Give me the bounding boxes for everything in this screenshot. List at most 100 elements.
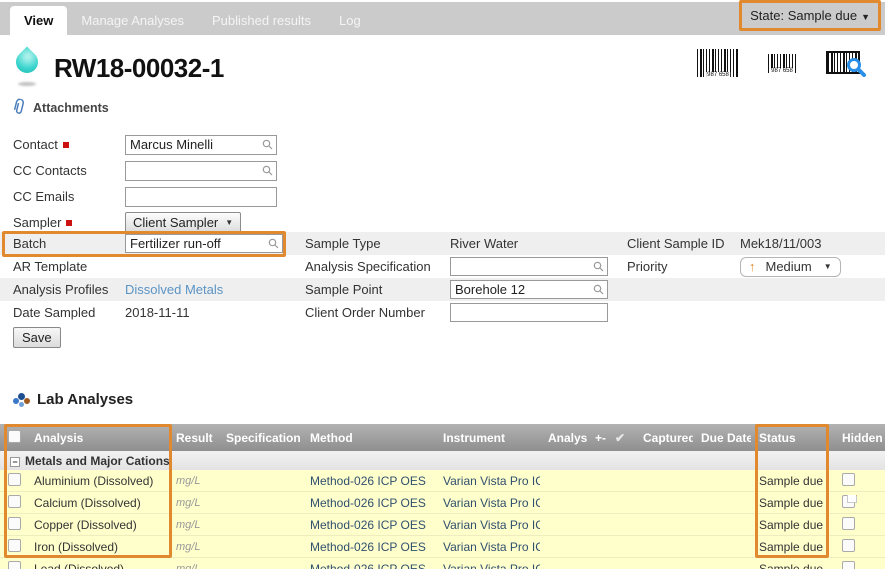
- group-label: Metals and Major Cations: [25, 454, 170, 468]
- instrument-name: Varian Vista Pro ICP: [435, 540, 540, 554]
- analysis-name: Copper (Dissolved): [26, 518, 168, 532]
- attachment-flag-icon: [847, 495, 857, 503]
- analysis-name: Iron (Dissolved): [26, 540, 168, 554]
- page-title: RW18-00032-1: [54, 53, 224, 84]
- date-sampled-label: Date Sampled: [13, 305, 125, 320]
- caret-down-icon: ▼: [824, 262, 832, 271]
- sampler-value: Client Sampler: [133, 215, 218, 230]
- status-label: Sample due: [751, 540, 828, 554]
- annotation-box-state: State: Sample due▼: [739, 0, 881, 31]
- table-row: Copper (Dissolved) mg/L Method-026 ICP O…: [0, 514, 885, 536]
- analysis-spec-input[interactable]: [450, 257, 608, 276]
- client-order-input[interactable]: [450, 303, 608, 322]
- method-link[interactable]: Method-026 ICP OES: [302, 496, 435, 510]
- date-sampled-value: 2018-11-11: [125, 305, 305, 320]
- unit-label: mg/L: [168, 475, 218, 487]
- analysis-profile-link[interactable]: Dissolved Metals: [125, 282, 223, 297]
- hidden-checkbox[interactable]: [842, 539, 855, 552]
- detail-grid: Batch Sample Type River Water Client Sam…: [0, 232, 885, 324]
- row-checkbox[interactable]: [8, 495, 21, 508]
- save-button[interactable]: Save: [13, 327, 61, 348]
- lab-analyses-table: Analysis Result Specification Method Ins…: [0, 424, 885, 569]
- row-checkbox[interactable]: [8, 517, 21, 530]
- hidden-checkbox[interactable]: [842, 561, 855, 569]
- batch-field-wrap: [125, 234, 283, 253]
- unit-label: mg/L: [168, 541, 218, 553]
- sample-point-label: Sample Point: [305, 282, 450, 297]
- sample-type-value: River Water: [450, 236, 627, 251]
- attachments-link[interactable]: Attachments: [13, 99, 109, 116]
- hidden-checkbox[interactable]: [842, 473, 855, 486]
- table-header-row: Analysis Result Specification Method Ins…: [0, 424, 885, 451]
- col-analyst: Analyst: [540, 431, 587, 445]
- caret-down-icon: ▼: [225, 218, 233, 227]
- sampler-select[interactable]: Client Sampler ▼: [125, 212, 241, 233]
- tab-log[interactable]: Log: [325, 6, 375, 35]
- select-all-checkbox[interactable]: [8, 430, 21, 443]
- title-row: RW18-00032-1: [14, 48, 224, 88]
- client-order-label: Client Order Number: [305, 305, 450, 320]
- tab-manage-analyses[interactable]: Manage Analyses: [67, 6, 198, 35]
- client-sample-id-label: Client Sample ID: [627, 236, 740, 251]
- required-icon: [63, 142, 69, 148]
- instrument-name: Varian Vista Pro ICP: [435, 518, 540, 532]
- state-label: State: Sample due: [750, 8, 857, 23]
- method-link[interactable]: Method-026 ICP OES: [302, 540, 435, 554]
- search-icon: [262, 139, 273, 150]
- search-icon: [268, 238, 279, 249]
- hidden-checkbox[interactable]: [842, 517, 855, 530]
- col-instrument: Instrument: [435, 431, 540, 445]
- barcode-magnifier-icon[interactable]: [846, 57, 866, 77]
- required-icon: [66, 220, 72, 226]
- analysis-name: Calcium (Dissolved): [26, 496, 168, 510]
- col-plus-minus: +-: [587, 431, 613, 445]
- analysis-profiles-label: Analysis Profiles: [13, 282, 125, 297]
- priority-up-icon: ↑: [749, 259, 756, 274]
- state-dropdown[interactable]: State: Sample due▼: [750, 8, 870, 23]
- row-checkbox[interactable]: [8, 561, 21, 569]
- collapse-group-icon[interactable]: −: [10, 457, 20, 467]
- table-row: Calcium (Dissolved) mg/L Method-026 ICP …: [0, 492, 885, 514]
- analyses-cluster-icon: [13, 392, 30, 408]
- row-checkbox[interactable]: [8, 473, 21, 486]
- tab-published-results[interactable]: Published results: [198, 6, 325, 35]
- cc-contacts-input[interactable]: [125, 161, 277, 181]
- barcode-small: 987 658: [768, 54, 796, 73]
- attachments-label: Attachments: [33, 101, 109, 115]
- method-link[interactable]: Method-026 ICP OES: [302, 474, 435, 488]
- sample-type-label: Sample Type: [305, 236, 450, 251]
- cc-emails-input[interactable]: [125, 187, 277, 207]
- contact-field-wrap: [125, 135, 277, 155]
- group-row: − Metals and Major Cations: [0, 451, 885, 470]
- barcode-large: 987 658: [697, 49, 739, 77]
- method-link[interactable]: Method-026 ICP OES: [302, 518, 435, 532]
- sample-point-input[interactable]: [450, 280, 608, 299]
- instrument-name: Varian Vista Pro ICP: [435, 496, 540, 510]
- lab-analyses-header: Lab Analyses: [13, 391, 133, 408]
- search-icon: [593, 261, 604, 272]
- cc-emails-label: CC Emails: [13, 189, 125, 204]
- cc-contacts-label: CC Contacts: [13, 163, 125, 178]
- analysis-spec-label: Analysis Specification: [305, 259, 450, 274]
- status-label: Sample due: [751, 474, 828, 488]
- tab-view[interactable]: View: [10, 6, 67, 35]
- priority-label: Priority: [627, 259, 740, 274]
- client-order-field-wrap: [450, 303, 608, 322]
- col-method: Method: [302, 431, 435, 445]
- barcode-number: 987 658: [770, 68, 794, 74]
- cc-emails-field-wrap: [125, 187, 277, 207]
- col-hidden: Hidden: [828, 431, 885, 445]
- method-link[interactable]: Method-026 ICP OES: [302, 562, 435, 569]
- batch-input[interactable]: [125, 234, 283, 253]
- table-row: Iron (Dissolved) mg/L Method-026 ICP OES…: [0, 536, 885, 558]
- table-row: Aluminium (Dissolved) mg/L Method-026 IC…: [0, 470, 885, 492]
- status-label: Sample due: [751, 496, 828, 510]
- sample-point-field-wrap: [450, 280, 608, 299]
- lab-analyses-title: Lab Analyses: [37, 391, 133, 408]
- priority-select[interactable]: ↑ Medium ▼: [740, 257, 841, 277]
- paperclip-icon: [13, 99, 27, 116]
- row-checkbox[interactable]: [8, 539, 21, 552]
- contact-input[interactable]: [125, 135, 277, 155]
- unit-label: mg/L: [168, 519, 218, 531]
- sample-view-page: View Manage Analyses Published results L…: [0, 0, 885, 569]
